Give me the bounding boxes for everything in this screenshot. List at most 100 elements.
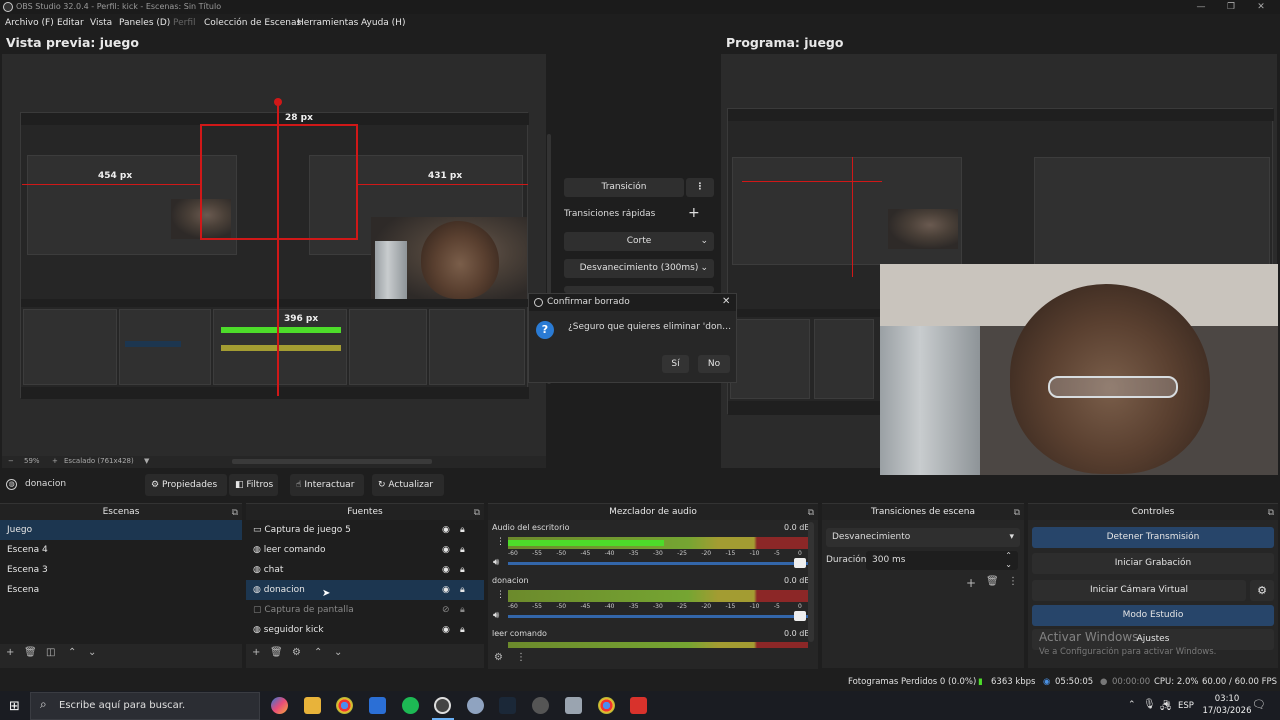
menu-coleccion-escenas[interactable]: Colección de Escenas xyxy=(204,17,301,29)
trash-icon[interactable]: 🗑 xyxy=(270,647,283,658)
notifications-icon[interactable]: 🗨 xyxy=(1252,698,1266,711)
taskbar-search-input[interactable]: Escribe aquí para buscar. xyxy=(30,692,260,720)
menu-paneles[interactable]: Paneles (D) xyxy=(119,17,170,29)
trash-icon[interactable]: 🗑 xyxy=(986,576,999,587)
maximize-button[interactable]: ❐ xyxy=(1216,0,1246,14)
source-item[interactable]: ◍ leer comando ◉ 🔒︎ xyxy=(246,540,484,560)
more-options-icon[interactable]: ⋮ xyxy=(496,537,505,547)
trash-icon[interactable]: 🗑 xyxy=(24,647,37,658)
gear-icon[interactable]: ⚙ xyxy=(1250,580,1274,601)
chevron-down-icon[interactable]: ▼ xyxy=(144,457,149,465)
eye-icon[interactable]: ◉ xyxy=(442,620,450,640)
speaker-icon[interactable]: 🔊︎ xyxy=(1164,699,1170,710)
menu-herramientas[interactable]: Herramientas xyxy=(297,17,358,29)
eye-icon[interactable]: ◉ xyxy=(442,520,450,540)
quick-transition-partial[interactable] xyxy=(564,286,714,293)
menu-perfil[interactable]: Perfil xyxy=(173,17,196,29)
move-down-icon[interactable]: ⌄ xyxy=(334,647,342,658)
undock-icon[interactable]: ⧉ xyxy=(474,505,480,521)
app-icon[interactable] xyxy=(565,697,582,714)
undock-icon[interactable]: ⧉ xyxy=(1014,505,1020,521)
plus-icon[interactable]: + xyxy=(52,457,58,465)
microphone-icon[interactable]: 🎙︎ xyxy=(1143,699,1156,710)
more-options-icon[interactable]: ⋮ xyxy=(496,590,505,600)
eye-hidden-icon[interactable]: ⊘ xyxy=(442,600,450,620)
duration-input[interactable]: 300 ms ⌃ ⌄ xyxy=(866,551,1018,570)
scene-item-escena[interactable]: Escena xyxy=(0,580,242,600)
more-options-icon[interactable]: ⋮ xyxy=(686,178,714,197)
studio-mode-button[interactable]: Modo Estudio xyxy=(1032,605,1274,626)
speaker-icon[interactable]: 🔊︎ xyxy=(493,557,499,568)
lock-icon[interactable]: 🔒︎ xyxy=(460,580,465,600)
copilot-icon[interactable] xyxy=(271,697,288,714)
source-item[interactable]: ◍ donacion ◉ 🔒︎ ➤ xyxy=(246,580,484,600)
obs-taskbar-icon[interactable] xyxy=(434,697,451,714)
file-explorer-icon[interactable] xyxy=(304,697,321,714)
undock-icon[interactable]: ⧉ xyxy=(1268,505,1274,521)
app-icon[interactable] xyxy=(630,697,647,714)
gear-icon[interactable]: ⚙ xyxy=(292,647,301,658)
windows-start-icon[interactable]: ⊞ xyxy=(9,699,20,714)
steam-icon[interactable] xyxy=(499,697,516,714)
clock-date[interactable]: 17/03/2026 xyxy=(1202,706,1252,716)
minimize-button[interactable]: — xyxy=(1186,0,1216,14)
lock-icon[interactable]: 🔒︎ xyxy=(460,600,465,620)
close-window-button[interactable]: ✕ xyxy=(1246,0,1276,14)
quick-transition-corte[interactable]: Corte ⌄ xyxy=(564,232,714,251)
eye-icon[interactable]: ◉ xyxy=(442,560,450,580)
volume-slider[interactable] xyxy=(508,615,808,618)
move-down-icon[interactable]: ⌄ xyxy=(88,647,96,658)
more-options-icon[interactable]: ⋮ xyxy=(516,652,526,663)
start-recording-button[interactable]: Iniciar Grabación xyxy=(1032,553,1274,574)
scene-item-escena-4[interactable]: Escena 4 xyxy=(0,540,242,560)
move-up-icon[interactable]: ⌃ xyxy=(68,647,76,658)
refresh-button[interactable]: ↻ Actualizar xyxy=(372,474,444,496)
filter-icon[interactable]: ◫ xyxy=(46,647,55,658)
language-indicator[interactable]: ESP xyxy=(1178,701,1194,711)
chevron-up-icon[interactable]: ⌃ xyxy=(1128,700,1136,710)
settings-app-icon[interactable] xyxy=(532,697,549,714)
lock-icon[interactable]: 🔒︎ xyxy=(460,620,465,640)
yes-button[interactable]: Sí xyxy=(662,355,689,373)
spotify-icon[interactable] xyxy=(402,697,419,714)
lock-icon[interactable]: 🔒︎ xyxy=(460,540,465,560)
volume-slider[interactable] xyxy=(508,562,808,565)
menu-archivo[interactable]: Archivo (F) xyxy=(5,17,54,29)
scene-item-juego[interactable]: Juego xyxy=(0,520,242,540)
transition-select[interactable]: Desvanecimiento ▾ xyxy=(826,528,1020,547)
add-icon[interactable]: + xyxy=(966,576,976,590)
source-item[interactable]: ◍ seguidor kick ◉ 🔒︎ xyxy=(246,620,484,640)
mixer-scrollbar[interactable] xyxy=(808,522,814,642)
properties-button[interactable]: ⚙ Propiedades xyxy=(145,474,227,496)
chrome-profile-icon[interactable] xyxy=(598,697,615,714)
add-quick-transition-icon[interactable]: + xyxy=(688,205,700,221)
menu-vista[interactable]: Vista xyxy=(90,17,112,29)
lock-icon[interactable]: 🔒︎ xyxy=(460,520,465,540)
preview-canvas[interactable]: 28 px 454 px 431 px 396 px xyxy=(2,54,546,456)
minus-icon[interactable]: − xyxy=(8,457,14,465)
close-icon[interactable]: ✕ xyxy=(722,296,730,307)
volume-slider-handle[interactable] xyxy=(794,611,806,621)
chrome-icon[interactable] xyxy=(336,697,353,714)
menu-editar[interactable]: Editar xyxy=(57,17,84,29)
clock-time[interactable]: 03:10 xyxy=(1202,694,1252,704)
lock-icon[interactable]: 🔒︎ xyxy=(460,560,465,580)
eye-icon[interactable]: ◉ xyxy=(442,540,450,560)
preview-scrollbar[interactable] xyxy=(232,459,432,464)
interact-button[interactable]: ☝ Interactuar xyxy=(290,474,364,496)
filters-button[interactable]: ◧ Filtros xyxy=(229,474,278,496)
volume-slider-handle[interactable] xyxy=(794,558,806,568)
more-options-icon[interactable]: ⋮ xyxy=(1008,576,1018,587)
no-button[interactable]: No xyxy=(698,355,730,373)
app-icon[interactable] xyxy=(467,697,484,714)
gear-icon[interactable]: ⚙ xyxy=(494,652,503,663)
move-up-icon[interactable]: ⌃ xyxy=(314,647,322,658)
scene-item-escena-3[interactable]: Escena 3 xyxy=(0,560,242,580)
source-item[interactable]: ▢ Captura de pantalla ⊘ 🔒︎ xyxy=(246,600,484,620)
undock-icon[interactable]: ⧉ xyxy=(808,505,814,521)
chevron-down-icon[interactable]: ⌄ xyxy=(1005,555,1012,574)
speaker-icon[interactable]: 🔊︎ xyxy=(493,610,499,621)
eye-icon[interactable]: ◉ xyxy=(442,580,450,600)
source-item[interactable]: ◍ chat ◉ 🔒︎ xyxy=(246,560,484,580)
add-icon[interactable]: + xyxy=(6,647,14,658)
